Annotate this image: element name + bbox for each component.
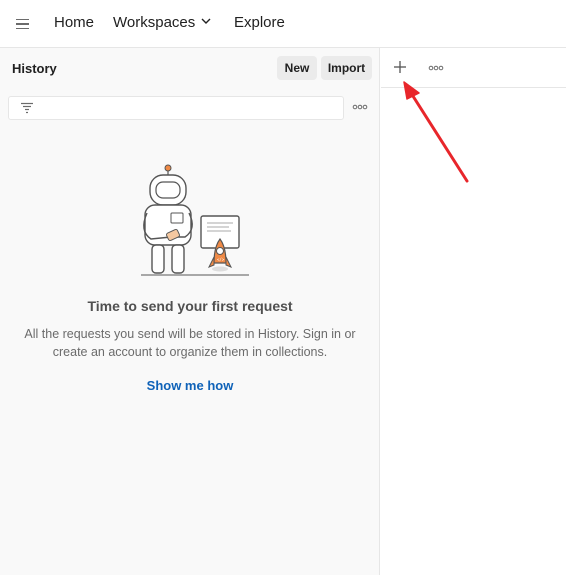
- more-options-icon[interactable]: [428, 62, 444, 74]
- filter-icon[interactable]: [20, 102, 34, 114]
- nav-explore[interactable]: Explore: [234, 14, 285, 31]
- show-me-how-link[interactable]: Show me how: [0, 378, 380, 393]
- nav-workspaces[interactable]: Workspaces: [113, 14, 211, 31]
- plus-icon[interactable]: [393, 60, 407, 74]
- import-button[interactable]: Import: [321, 56, 372, 80]
- empty-state-description: All the requests you send will be stored…: [24, 327, 356, 359]
- hamburger-icon[interactable]: [16, 17, 30, 31]
- nav-home[interactable]: Home: [54, 14, 94, 31]
- nav-workspaces-label: Workspaces: [113, 14, 196, 31]
- chevron-down-icon: [201, 18, 211, 25]
- history-header: History New Import: [0, 48, 379, 88]
- astronaut-illustration: </>: [141, 164, 249, 276]
- new-button[interactable]: New: [277, 56, 317, 80]
- search-filter-input[interactable]: [8, 96, 344, 120]
- svg-text:</>: </>: [217, 257, 225, 262]
- more-options-icon[interactable]: [352, 101, 368, 113]
- tabs-bar: [381, 48, 566, 88]
- history-sidebar: History New Import </> Time to send your…: [0, 48, 380, 575]
- empty-state-title: Time to send your first request: [87, 298, 293, 314]
- top-navigation-bar: Home Workspaces Explore: [0, 0, 566, 48]
- panel-title: History: [12, 61, 57, 76]
